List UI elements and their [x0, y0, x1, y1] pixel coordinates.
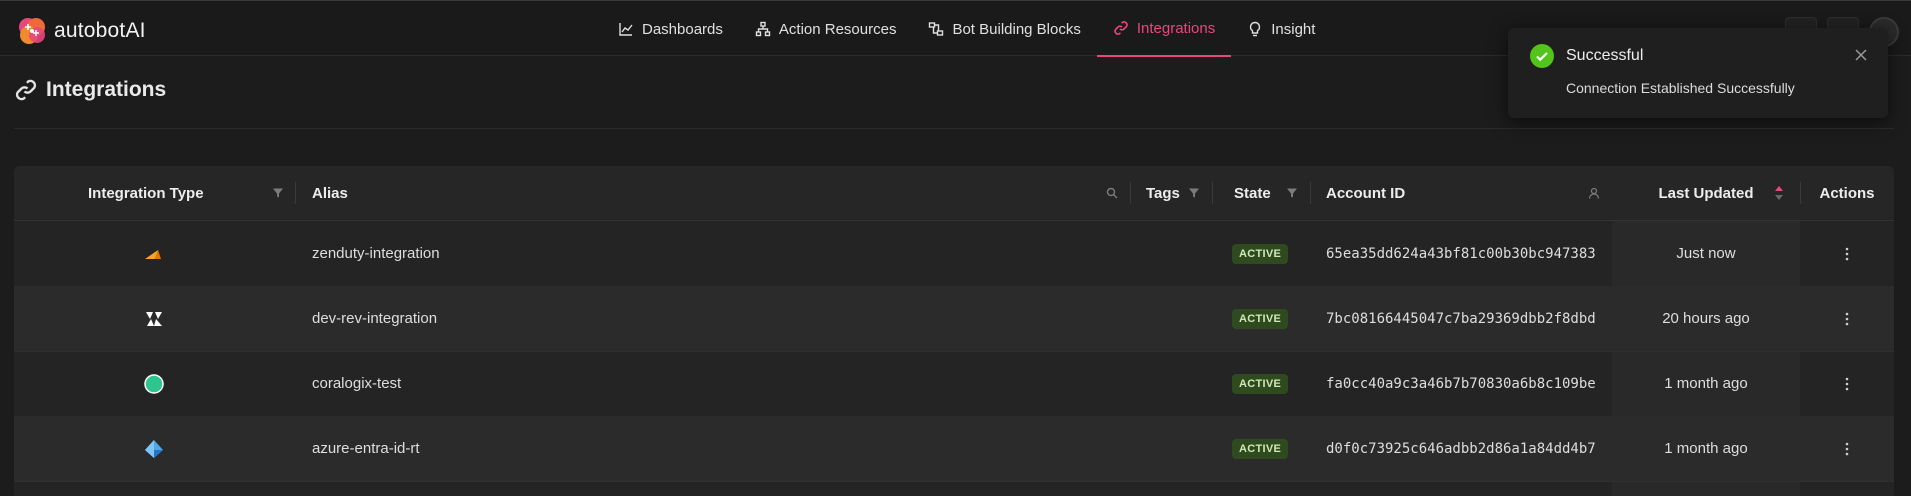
status-badge: ACTIVE [1232, 373, 1289, 394]
account-id-cell: fa0cc40a9c3a46b7b70830a6b8c109be [1326, 375, 1596, 392]
toast-message: Connection Established Successfully [1566, 80, 1795, 96]
blocks-icon [929, 22, 944, 36]
table-header: Integration Type Alias Tags State Accoun… [14, 166, 1894, 221]
more-vertical-icon[interactable] [1845, 311, 1849, 327]
column-alias: Alias [312, 166, 512, 220]
integrations-table: Integration Type Alias Tags State Accoun… [14, 166, 1894, 496]
column-label: Alias [312, 184, 348, 202]
main-nav: Dashboards Action Resources Bot Building… [602, 1, 1331, 57]
more-vertical-icon[interactable] [1845, 246, 1849, 262]
column-label: Last Updated [1658, 184, 1754, 202]
column-separator [1310, 182, 1311, 204]
lightbulb-icon [1250, 21, 1261, 37]
account-id-cell: 7bc08166445047c7ba29369dbb2f8dbd [1326, 310, 1596, 327]
filter-icon[interactable] [272, 187, 284, 199]
status-badge: ACTIVE [1232, 243, 1289, 264]
status-badge: ACTIVE [1232, 308, 1289, 329]
nav-insight[interactable]: Insight [1231, 1, 1331, 57]
page-title-text: Integrations [46, 78, 167, 101]
table-row[interactable]: zenduty-integration ACTIVE 65ea35dd624a4… [14, 221, 1894, 287]
state-cell: ACTIVE [1232, 416, 1289, 481]
toast-title: Successful [1566, 47, 1644, 64]
sort-icon[interactable] [1774, 185, 1784, 201]
actions-cell [1800, 351, 1894, 416]
alias-cell[interactable]: dev-rev-integration [312, 286, 437, 351]
account-id-cell: d0f0c73925c646adbb2d86a1a84dd4b7 [1326, 440, 1596, 457]
state-cell: ACTIVE [1232, 351, 1289, 416]
column-label: State [1234, 184, 1271, 202]
nav-label: Integrations [1136, 19, 1216, 37]
last-updated-cell: 1 month ago [1664, 375, 1748, 392]
alias-cell[interactable]: coralogix-test [312, 351, 401, 416]
nav-label: Insight [1271, 20, 1316, 38]
last-updated-cell: 1 month ago [1664, 440, 1748, 457]
integration-type-cell [144, 416, 164, 481]
brain-logo-icon [19, 18, 45, 44]
account-id-cell: 65ea35dd624a43bf81c00b30bc947383 [1326, 245, 1596, 262]
column-label: Integration Type [88, 184, 204, 202]
column-label: Account ID [1326, 184, 1406, 202]
check-circle-icon [1530, 44, 1554, 68]
nav-integrations[interactable]: Integrations [1096, 1, 1232, 57]
devrev-icon [146, 311, 162, 326]
coralogix-icon [144, 373, 164, 394]
integration-type-cell [144, 221, 162, 286]
table-row[interactable]: coralogix-test ACTIVE fa0cc40a9c3a46b7b7… [14, 351, 1894, 417]
integration-type-cell [144, 286, 164, 351]
alias-cell[interactable]: azure-entra-id-rt [312, 416, 420, 481]
column-separator [1130, 182, 1131, 204]
app-logo[interactable]: autobotAI [16, 15, 146, 47]
link-icon [1114, 21, 1128, 35]
status-badge: ACTIVE [1232, 438, 1289, 459]
link-icon [15, 79, 37, 101]
filter-icon[interactable] [1286, 187, 1298, 199]
nav-label: Dashboards [642, 20, 723, 38]
column-separator [1212, 182, 1213, 204]
zenduty-icon [145, 249, 161, 259]
table-row[interactable]: dev-rev-integration ACTIVE 7bc0816644504… [14, 286, 1894, 352]
header-divider [14, 128, 1894, 129]
last-updated-cell: 20 hours ago [1662, 310, 1750, 327]
nav-label: Bot Building Blocks [952, 20, 1081, 38]
column-integration-type: Integration Type [88, 166, 288, 220]
chart-line-icon [619, 23, 633, 36]
nav-dashboards[interactable]: Dashboards [602, 1, 739, 57]
table-row[interactable]: azure-entra-id-rt ACTIVE d0f0c73925c646a… [14, 416, 1894, 482]
column-account-id: Account ID [1326, 166, 1526, 220]
column-last-updated[interactable]: Last Updated [1612, 166, 1800, 220]
success-toast: Successful Connection Established Succes… [1508, 28, 1888, 118]
sitemap-icon [755, 21, 771, 37]
close-icon[interactable] [1854, 48, 1868, 62]
more-vertical-icon[interactable] [1845, 376, 1849, 392]
integration-type-cell [144, 351, 164, 416]
search-icon[interactable] [1106, 187, 1118, 199]
state-cell: ACTIVE [1232, 221, 1289, 286]
state-cell: ACTIVE [1232, 286, 1289, 351]
app-name: autobotAI [54, 19, 146, 42]
more-vertical-icon[interactable] [1845, 441, 1849, 457]
column-actions: Actions [1800, 166, 1894, 220]
actions-cell [1800, 221, 1894, 286]
column-label: Actions [1819, 184, 1875, 202]
column-label: Tags [1146, 184, 1180, 202]
nav-bot-building-blocks[interactable]: Bot Building Blocks [912, 1, 1096, 57]
filter-icon[interactable] [1188, 187, 1200, 199]
azure-entra-icon [145, 439, 163, 458]
alias-cell[interactable]: zenduty-integration [312, 221, 440, 286]
actions-cell [1800, 286, 1894, 351]
actions-cell [1800, 416, 1894, 481]
nav-label: Action Resources [778, 20, 897, 38]
column-state: State [1234, 166, 1294, 220]
column-separator [295, 182, 296, 204]
nav-action-resources[interactable]: Action Resources [739, 1, 913, 57]
page-title: Integrations [14, 78, 166, 102]
user-icon[interactable] [1588, 187, 1600, 199]
last-updated-cell: Just now [1676, 245, 1736, 262]
